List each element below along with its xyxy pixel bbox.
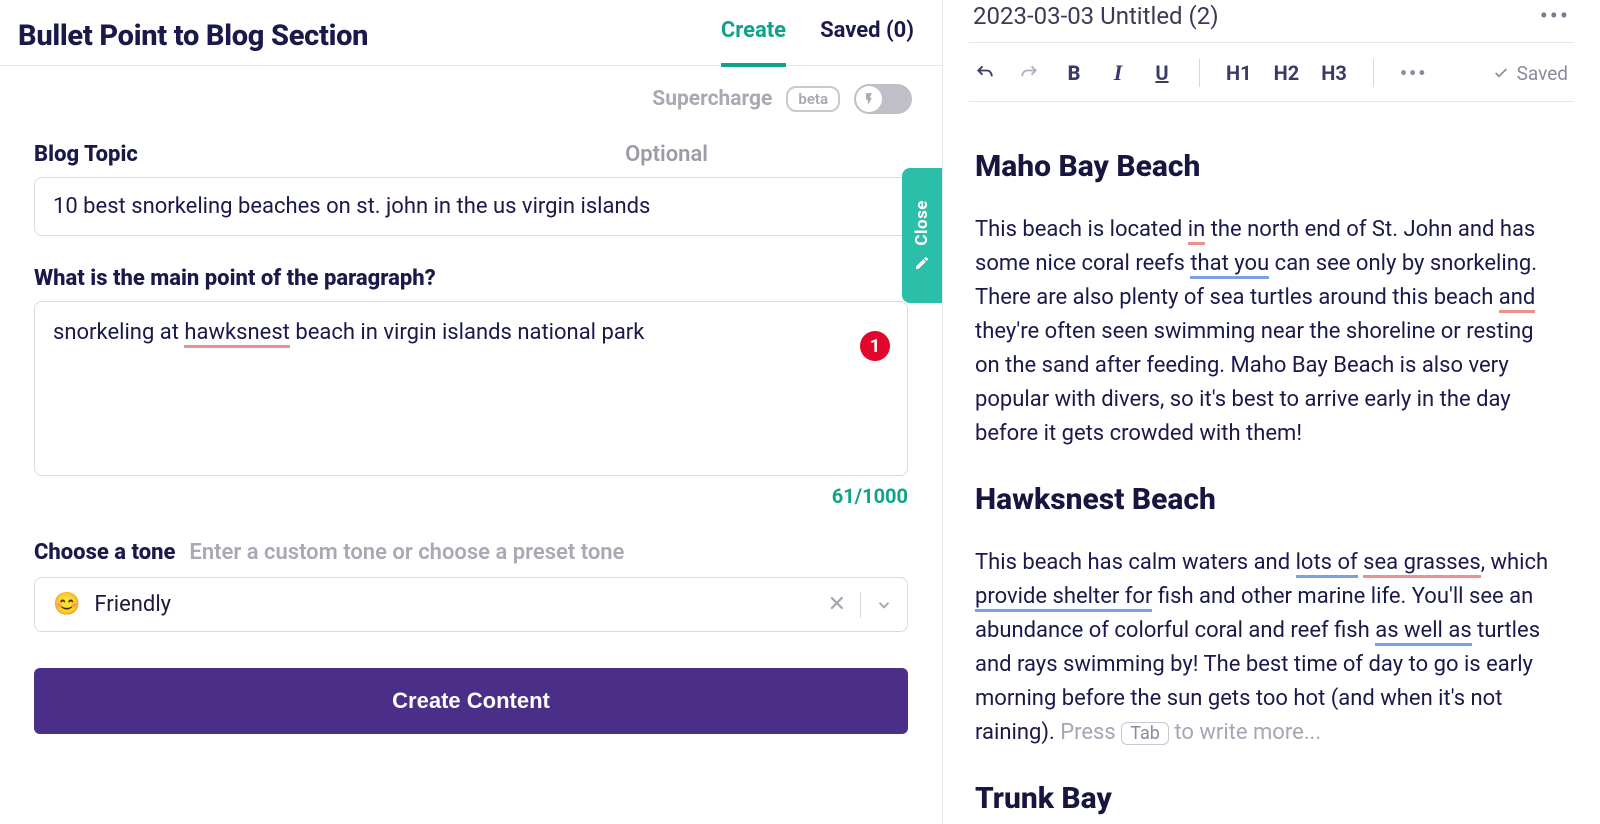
divider bbox=[860, 592, 861, 618]
main-point-input[interactable]: snorkeling at hawksnest beach in virgin … bbox=[34, 301, 908, 476]
tone-controls: ✕ bbox=[828, 578, 893, 631]
text-run: as well as bbox=[1375, 618, 1471, 646]
redo-icon[interactable] bbox=[1019, 63, 1041, 83]
tab-saved[interactable]: Saved (0) bbox=[820, 18, 914, 53]
tone-select[interactable]: 😊 Friendly ✕ bbox=[34, 577, 908, 632]
more-formatting-icon[interactable]: ••• bbox=[1400, 61, 1428, 85]
form-area: Blog Topic Optional What is the main poi… bbox=[0, 124, 942, 824]
text-run: they're often seen swimming near the sho… bbox=[975, 319, 1534, 446]
create-content-button[interactable]: Create Content bbox=[34, 668, 908, 734]
page-title: Bullet Point to Blog Section bbox=[18, 19, 368, 53]
text-run: beach in virgin islands national park bbox=[290, 320, 645, 345]
check-icon bbox=[1493, 65, 1509, 81]
text-run: provide shelter for bbox=[975, 584, 1152, 612]
close-label: Close bbox=[912, 200, 932, 246]
tab-create[interactable]: Create bbox=[721, 18, 786, 53]
text-run: This beach has calm waters and bbox=[975, 550, 1296, 575]
bold-button[interactable]: B bbox=[1063, 61, 1085, 85]
blog-topic-input[interactable] bbox=[34, 177, 908, 236]
section-paragraph: This beach is located in the north end o… bbox=[975, 213, 1556, 452]
tone-value: Friendly bbox=[94, 592, 171, 617]
doc-header: 2023-03-03 Untitled (2) ••• bbox=[969, 0, 1574, 43]
spell-underline: hawksnest bbox=[184, 320, 290, 348]
italic-button[interactable]: I bbox=[1107, 60, 1129, 86]
section-heading: Hawksnest Beach bbox=[975, 477, 1556, 524]
saved-status: Saved bbox=[1493, 62, 1568, 85]
text-run: lots of bbox=[1296, 550, 1358, 578]
supercharge-label: Supercharge bbox=[652, 87, 772, 111]
text-run: sea grasses bbox=[1363, 550, 1481, 578]
ghost-text: Press bbox=[1060, 720, 1121, 745]
doc-title[interactable]: 2023-03-03 Untitled (2) bbox=[973, 2, 1219, 30]
tone-label: Choose a tone bbox=[34, 540, 175, 565]
section-paragraph: This beach has calm waters and lots of s… bbox=[975, 546, 1556, 751]
blog-topic-label-row: Blog Topic Optional bbox=[34, 142, 908, 167]
text-run: , which bbox=[1481, 550, 1548, 575]
optional-label: Optional bbox=[625, 142, 708, 167]
tone-row: Choose a tone Enter a custom tone or cho… bbox=[34, 540, 908, 565]
underline-button[interactable]: U bbox=[1151, 61, 1173, 85]
h1-button[interactable]: H1 bbox=[1226, 61, 1252, 85]
char-count: 61/1000 bbox=[34, 484, 908, 508]
more-icon[interactable]: ••• bbox=[1540, 2, 1570, 30]
editor-body[interactable]: Maho Bay Beach This beach is located in t… bbox=[969, 102, 1574, 824]
blog-topic-label: Blog Topic bbox=[34, 142, 138, 167]
tabs: Create Saved (0) bbox=[721, 18, 914, 53]
main-point-label-row: What is the main point of the paragraph? bbox=[34, 266, 908, 291]
tab-key-hint: Tab bbox=[1121, 722, 1169, 745]
bolt-icon bbox=[856, 86, 882, 112]
error-count-badge[interactable]: 1 bbox=[860, 331, 890, 361]
section-heading: Trunk Bay bbox=[975, 776, 1556, 823]
tone-placeholder: Enter a custom tone or choose a preset t… bbox=[189, 540, 624, 565]
editor-toolbar: B I U H1 H2 H3 ••• Saved bbox=[969, 43, 1574, 102]
toolbar-separator bbox=[1373, 59, 1374, 87]
left-header: Bullet Point to Blog Section Create Save… bbox=[0, 0, 942, 66]
h3-button[interactable]: H3 bbox=[1321, 61, 1347, 85]
toolbar-separator bbox=[1199, 59, 1200, 87]
main-point-wrap: snorkeling at hawksnest beach in virgin … bbox=[34, 301, 908, 476]
pencil-icon bbox=[914, 255, 930, 271]
supercharge-row: Supercharge beta bbox=[0, 66, 942, 124]
smile-icon: 😊 bbox=[53, 592, 80, 617]
main-point-label: What is the main point of the paragraph? bbox=[34, 266, 436, 291]
undo-icon[interactable] bbox=[975, 63, 997, 83]
right-panel: 2023-03-03 Untitled (2) ••• B I U H1 H2 … bbox=[943, 0, 1600, 824]
text-run: that you bbox=[1190, 251, 1269, 279]
left-panel: Bullet Point to Blog Section Create Save… bbox=[0, 0, 943, 824]
text-run: and bbox=[1499, 285, 1536, 313]
clear-icon[interactable]: ✕ bbox=[828, 592, 846, 617]
text-run: This beach is located bbox=[975, 217, 1188, 242]
close-panel-tab[interactable]: Close bbox=[902, 168, 942, 303]
beta-badge: beta bbox=[786, 86, 840, 112]
text-run: snorkeling at bbox=[53, 320, 184, 345]
h2-button[interactable]: H2 bbox=[1274, 61, 1300, 85]
text-run: in bbox=[1188, 217, 1206, 245]
chevron-down-icon[interactable] bbox=[875, 596, 893, 614]
section-heading: Maho Bay Beach bbox=[975, 144, 1556, 191]
saved-text: Saved bbox=[1517, 62, 1568, 85]
ghost-text: to write more... bbox=[1169, 720, 1321, 745]
supercharge-toggle[interactable] bbox=[854, 84, 912, 114]
